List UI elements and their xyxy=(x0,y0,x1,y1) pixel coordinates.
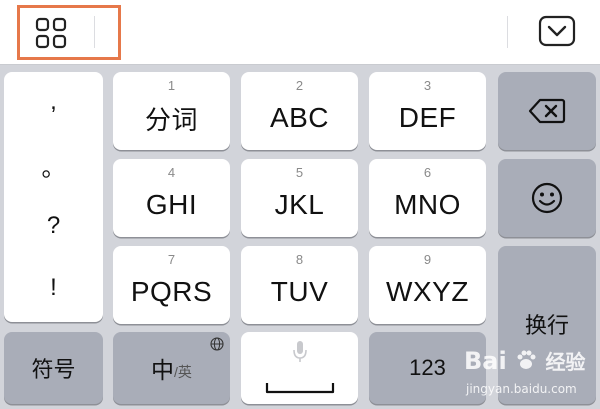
key-number: 7 xyxy=(167,252,176,267)
key-7[interactable]: 7 PQRS xyxy=(113,246,230,324)
toolbar-border xyxy=(0,64,600,65)
keyboard-toolbar xyxy=(0,0,600,64)
grid-icon[interactable] xyxy=(34,16,68,50)
emoji-icon xyxy=(531,182,563,214)
key-label: JKL xyxy=(274,189,325,220)
enter-label: 换行 xyxy=(524,313,569,338)
key-number: 6 xyxy=(423,165,432,180)
key-6[interactable]: 6 MNO xyxy=(369,159,486,237)
key-number: 3 xyxy=(423,78,432,93)
key-label: TUV xyxy=(270,276,329,307)
key-label: WXYZ xyxy=(386,276,469,307)
keyboard-hide-chevron-icon[interactable] xyxy=(538,14,576,48)
paw-icon xyxy=(517,350,536,369)
symbols-key[interactable]: 符号 xyxy=(4,332,103,404)
key-number: 1 xyxy=(167,78,176,93)
space-bar-icon xyxy=(265,383,334,394)
key-8[interactable]: 8 TUV xyxy=(241,246,358,324)
symbols-label: 符号 xyxy=(31,357,76,382)
globe-icon xyxy=(210,337,224,351)
watermark-brand-cn: 经验 xyxy=(545,350,586,374)
symbol-period[interactable]: 。 xyxy=(4,148,103,183)
microphone-icon xyxy=(292,341,307,362)
key-number: 2 xyxy=(295,78,304,93)
emoji-key[interactable] xyxy=(498,159,596,237)
watermark-url: jingyan.baidu.com xyxy=(466,382,577,396)
watermark: Bai 经验 jingyan.baidu.com xyxy=(462,338,598,406)
key-2[interactable]: 2 ABC xyxy=(241,72,358,150)
key-label: DEF xyxy=(398,102,457,133)
key-5[interactable]: 5 JKL xyxy=(241,159,358,237)
toolbar-divider xyxy=(507,16,508,48)
key-4[interactable]: 4 GHI xyxy=(113,159,230,237)
highlight-box xyxy=(17,5,121,60)
key-label: MNO xyxy=(394,189,461,220)
key-label: GHI xyxy=(145,189,198,220)
key-3[interactable]: 3 DEF xyxy=(369,72,486,150)
toolbar-divider xyxy=(94,16,95,48)
language-main-label: 中 xyxy=(151,357,175,383)
space-voice-key[interactable] xyxy=(241,332,358,404)
key-9[interactable]: 9 WXYZ xyxy=(369,246,486,324)
backspace-icon xyxy=(528,98,566,124)
key-label: 分词 xyxy=(144,104,198,135)
language-switch-key[interactable]: 中 /英 xyxy=(113,332,230,404)
language-sub-label: /英 xyxy=(174,364,192,380)
key-number: 5 xyxy=(295,165,304,180)
numbers-label: 123 xyxy=(409,355,446,380)
key-number: 8 xyxy=(295,252,304,267)
key-label: ABC xyxy=(269,102,330,133)
symbol-exclamation[interactable]: ! xyxy=(4,274,103,302)
symbol-comma[interactable]: , xyxy=(4,88,103,116)
watermark-brand: Bai xyxy=(464,347,507,375)
key-1[interactable]: 1 分词 xyxy=(113,72,230,150)
symbol-column[interactable]: , 。 ? ! xyxy=(4,72,103,322)
key-label: PQRS xyxy=(130,276,213,307)
key-number: 4 xyxy=(167,165,176,180)
key-number: 9 xyxy=(423,252,432,267)
symbol-question[interactable]: ? xyxy=(4,212,103,240)
backspace-key[interactable] xyxy=(498,72,596,150)
